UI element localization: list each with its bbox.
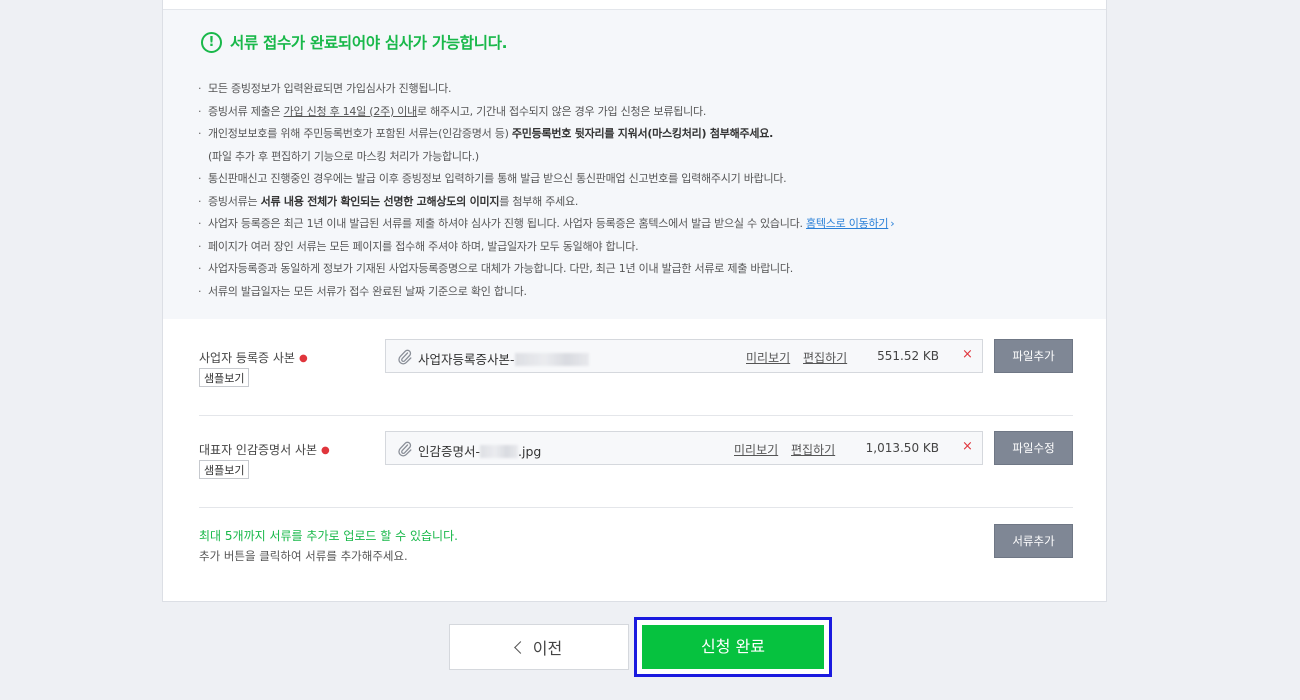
- notice-title: ! 서류 접수가 완료되어야 심사가 가능합니다.: [201, 31, 508, 53]
- notice-item: · 증빙서류 제출은 가입 신청 후 14일 (2주) 이내로 해주시고, 기간내…: [198, 104, 707, 118]
- previous-button-label: 이전: [532, 639, 563, 658]
- submit-application-button[interactable]: 신청 완료: [642, 625, 824, 669]
- notice-title-text: 서류 접수가 완료되어야 심사가 가능합니다.: [230, 34, 508, 52]
- submit-highlight: 신청 완료: [634, 617, 832, 677]
- notice-item: · 모든 증빙정보가 입력완료되면 가입심사가 진행됩니다.: [198, 82, 452, 95]
- paperclip-icon: [398, 349, 412, 365]
- application-panel: ! 서류 접수가 완료되어야 심사가 가능합니다. · 모든 증빙정보가 입력완료…: [162, 0, 1107, 602]
- file-name: 인감증명서- .jpg: [418, 444, 542, 459]
- sample-view-button[interactable]: 샘플보기: [199, 368, 250, 387]
- redacted-filename: [514, 353, 589, 366]
- extra-upload-info: 최대 5개까지 서류를 추가로 업로드 할 수 있습니다.: [199, 529, 458, 543]
- delete-file-icon[interactable]: ×: [962, 439, 973, 454]
- add-document-button[interactable]: 서류추가: [994, 524, 1073, 558]
- preview-link[interactable]: 미리보기: [746, 349, 790, 366]
- notice-subitem: (파일 추가 후 편집하기 기능으로 마스킹 처리가 가능합니다.): [208, 149, 479, 163]
- notice-box: ! 서류 접수가 완료되어야 심사가 가능합니다. · 모든 증빙정보가 입력완료…: [163, 9, 1106, 319]
- notice-item: · 증빙서류는 서류 내용 전체가 확인되는 선명한 고해상도의 이미지를 첨부해…: [198, 194, 579, 208]
- exclamation-circle-icon: !: [201, 31, 222, 53]
- paperclip-icon: [398, 441, 412, 457]
- required-dot-icon: ●: [298, 353, 308, 364]
- notice-item: · 사업자등록증과 동일하게 정보가 기재된 사업자등록증명으로 대체가 가능합니…: [198, 262, 794, 275]
- notice-item: · 통신판매신고 진행중인 경우에는 발급 이후 증빙정보 입력하기를 통해 발급…: [198, 172, 787, 185]
- redacted-filename: [480, 445, 519, 458]
- preview-link[interactable]: 미리보기: [734, 441, 778, 458]
- file-size: 551.52 KB: [877, 349, 939, 363]
- edit-link[interactable]: 편집하기: [803, 349, 847, 366]
- extra-upload-hint: 추가 버튼을 클릭하여 서류를 추가해주세요.: [199, 549, 408, 563]
- business-registration-label: 사업자 등록증 사본 ●: [199, 351, 308, 365]
- notice-item: · 페이지가 여러 장인 서류는 모든 페이지를 접수해 주셔야 하며, 발급일자…: [198, 239, 639, 253]
- notice-item: · 사업자 등록증은 최근 1년 이내 발급된 서류를 제출 하셔야 심사가 진행…: [198, 217, 895, 230]
- hometax-link[interactable]: 홈텍스로 이동하기: [806, 217, 888, 230]
- chevron-right-icon: ›: [890, 217, 895, 230]
- notice-list: · 모든 증빙정보가 입력완료되면 가입심사가 진행됩니다. · 증빙서류 제출은 …: [198, 78, 1078, 303]
- previous-button[interactable]: 이전: [449, 624, 629, 670]
- notice-item: · 개인정보보호를 위해 주민등록번호가 포함된 서류는(인감증명서 등) 주민등…: [198, 127, 774, 140]
- edit-file-button[interactable]: 파일수정: [994, 431, 1073, 465]
- divider: [199, 507, 1073, 508]
- file-size: 1,013.50 KB: [865, 441, 939, 455]
- seal-certificate-label: 대표자 인감증명서 사본 ●: [199, 443, 330, 457]
- file-attachment-box: 인감증명서- .jpg 미리보기 편집하기 1,013.50 KB ×: [385, 431, 983, 465]
- notice-item: · 서류의 발급일자는 모든 서류가 접수 완료된 날짜 기준으로 확인 합니다.: [198, 284, 527, 298]
- edit-link[interactable]: 편집하기: [791, 441, 835, 458]
- add-file-button[interactable]: 파일추가: [994, 339, 1073, 373]
- delete-file-icon[interactable]: ×: [962, 347, 973, 362]
- sample-view-button[interactable]: 샘플보기: [199, 460, 250, 479]
- required-dot-icon: ●: [321, 445, 330, 456]
- file-name: 사업자등록증사본-: [418, 349, 589, 368]
- divider: [199, 415, 1073, 416]
- file-attachment-box: 사업자등록증사본- 미리보기 편집하기 551.52 KB ×: [385, 339, 983, 373]
- chevron-left-icon: [513, 641, 527, 654]
